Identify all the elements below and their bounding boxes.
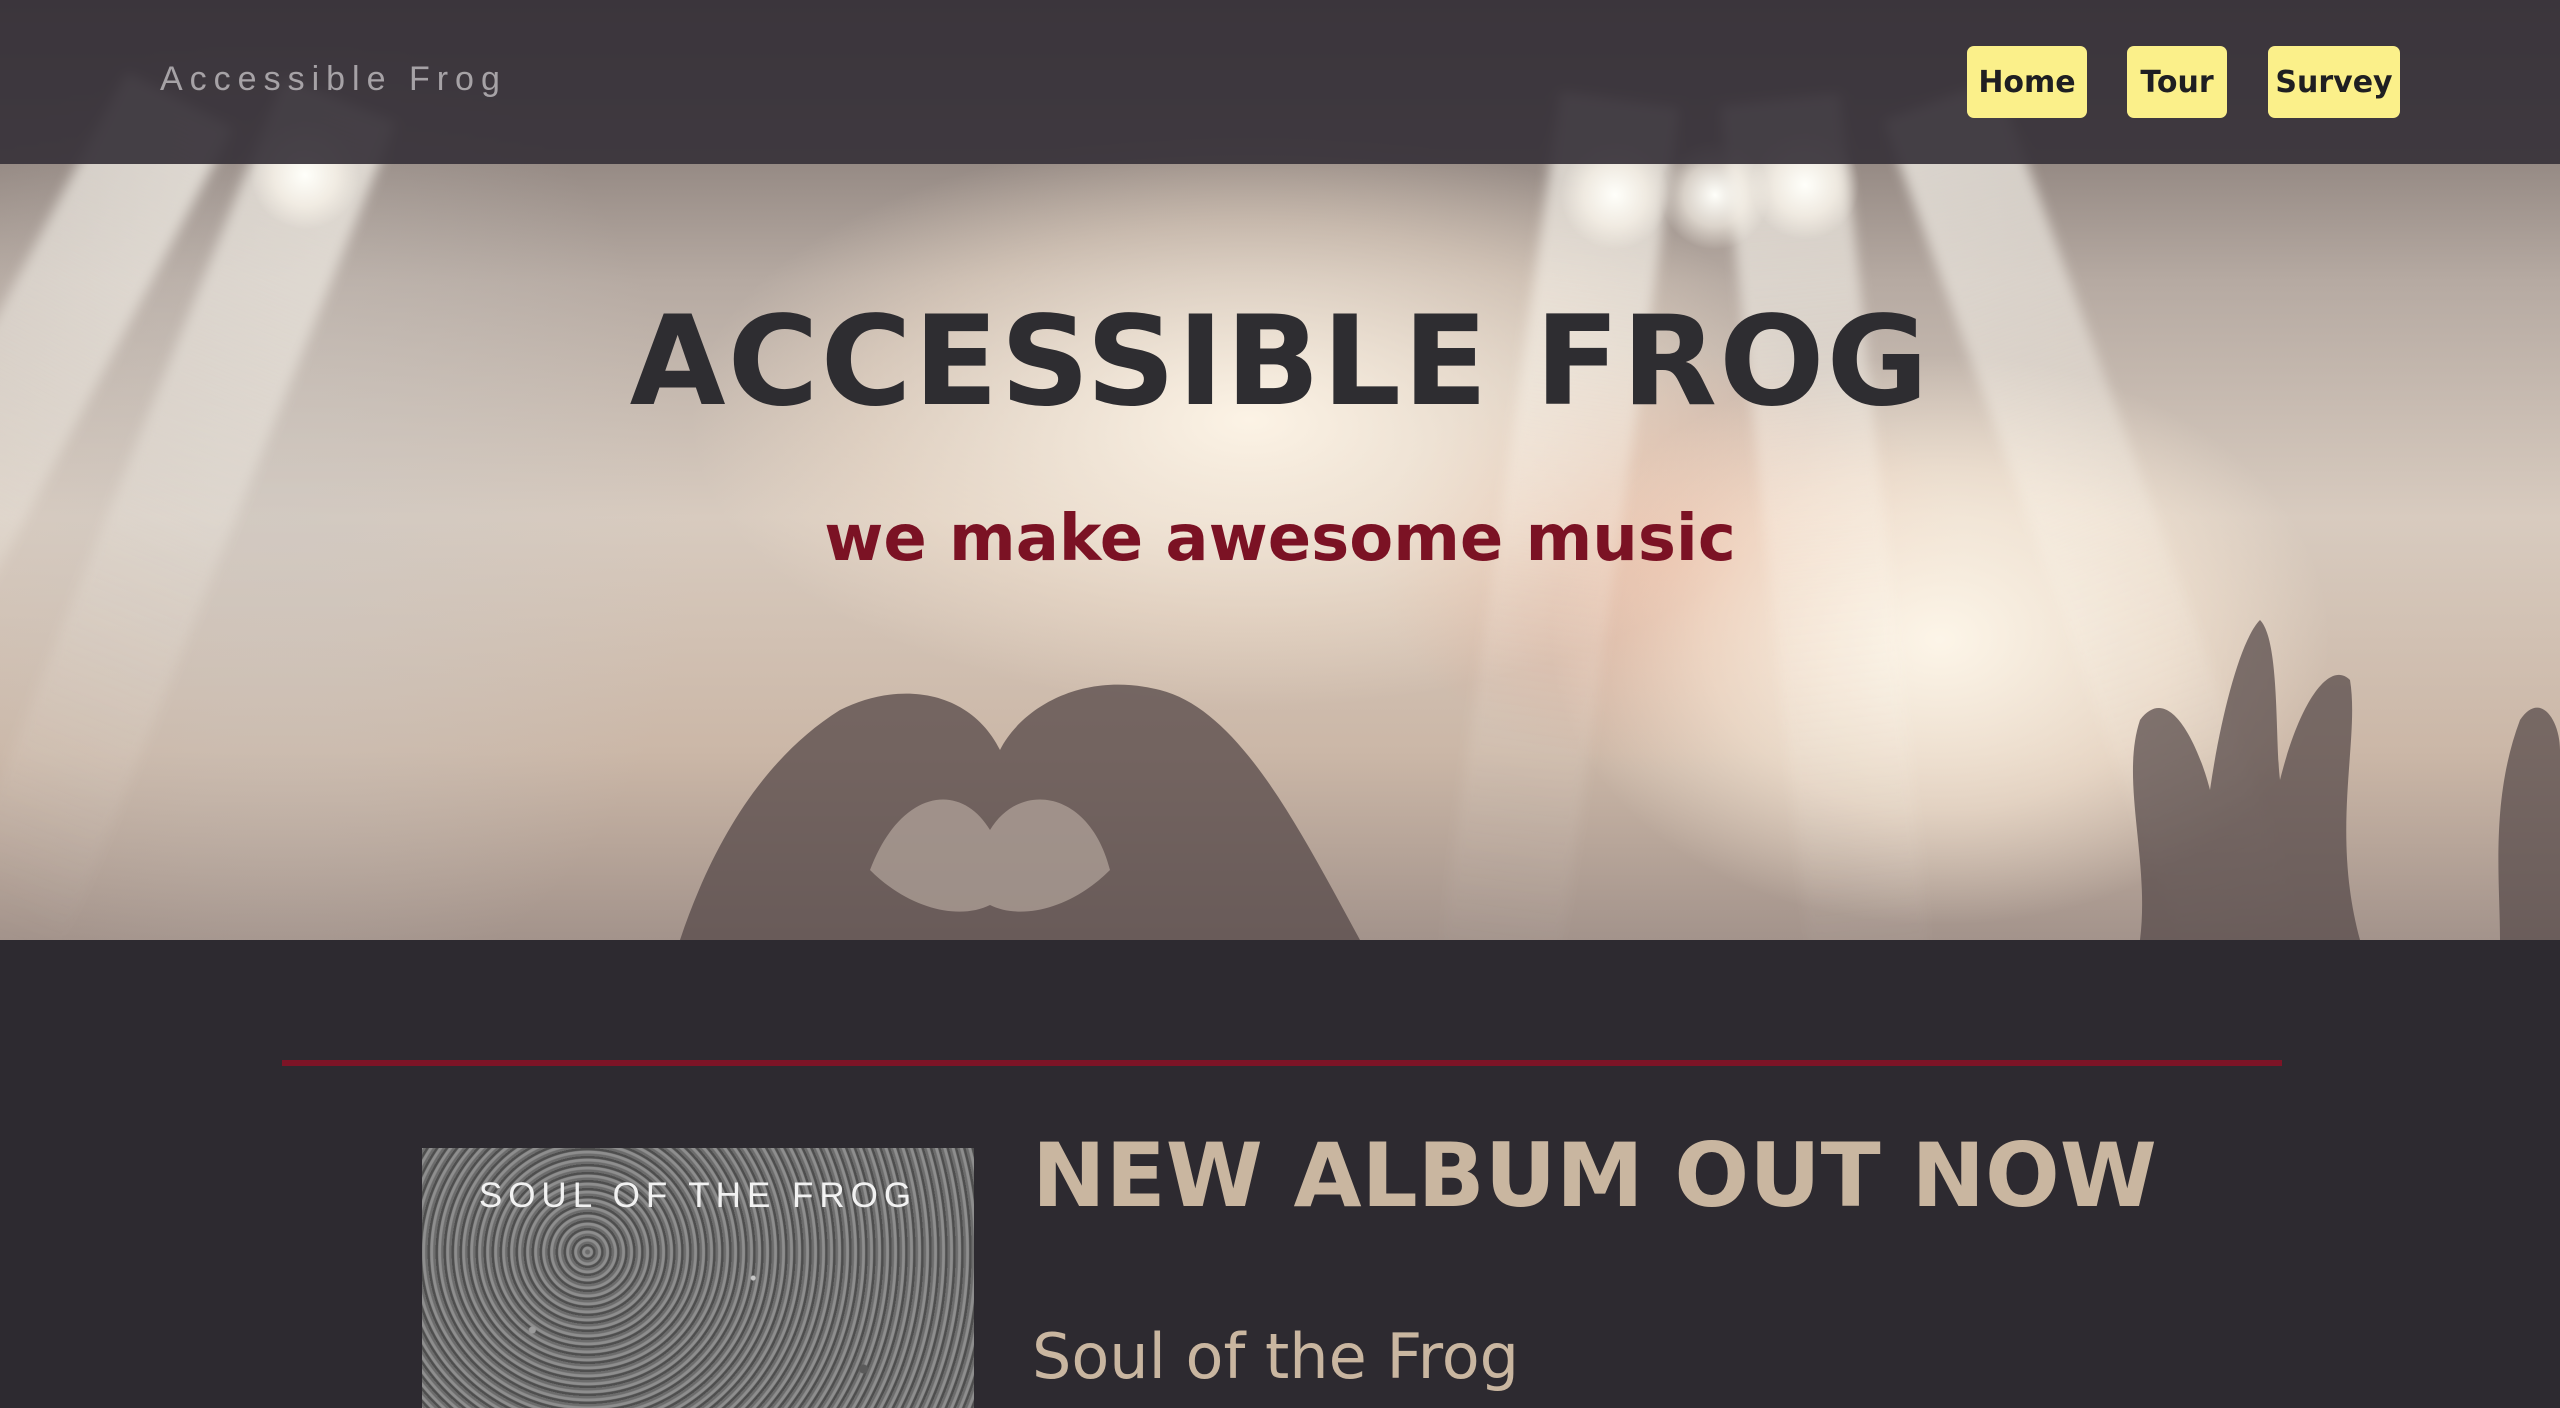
brand-link[interactable]: Accessible Frog: [160, 60, 507, 99]
album-cover-title: SOUL OF THE FROG: [478, 1176, 918, 1215]
nav-survey-button[interactable]: Survey: [2268, 46, 2400, 118]
album-section: SOUL OF THE FROG NEW ALBUM OUT NOW Soul …: [0, 940, 2560, 1408]
album-cover-image: SOUL OF THE FROG: [422, 1148, 974, 1408]
hero-subtitle: we make awesome music: [824, 502, 1736, 576]
nav-tour-button[interactable]: Tour: [2127, 46, 2227, 118]
raised-hands-silhouette: [2132, 620, 2560, 940]
section-divider: [282, 1060, 2282, 1066]
heart-hands-silhouette: [680, 684, 1360, 940]
top-navbar: Accessible Frog Home Tour Survey: [0, 0, 2560, 164]
album-announcement-heading: NEW ALBUM OUT NOW: [1032, 1124, 2157, 1227]
hero-title: ACCESSIBLE FROG: [629, 290, 1931, 434]
album-title: Soul of the Frog: [1032, 1320, 1520, 1393]
nav-home-button[interactable]: Home: [1967, 46, 2087, 118]
